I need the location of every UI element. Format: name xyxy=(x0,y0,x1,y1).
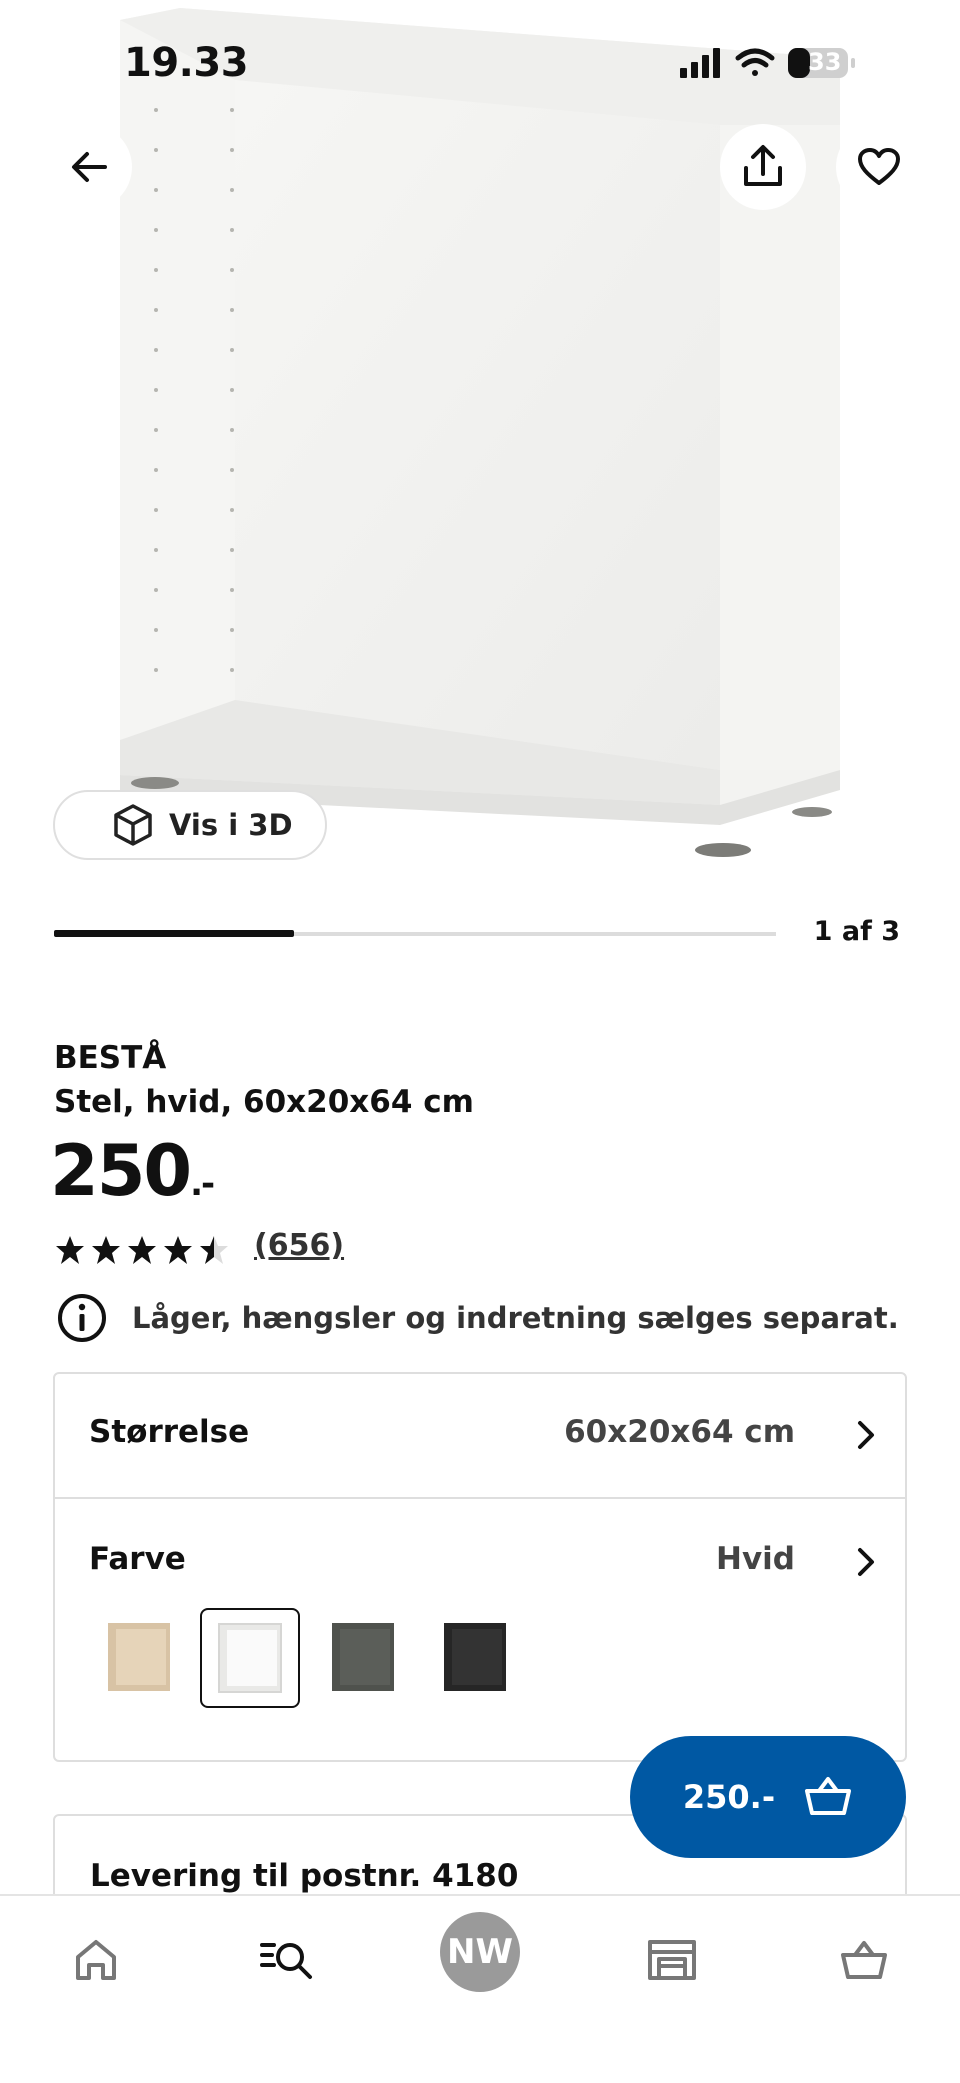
swatch-dark-grey-image xyxy=(332,1623,394,1691)
view-in-3d-button[interactable]: Vis i 3D xyxy=(53,790,327,860)
swatch-white-image xyxy=(218,1623,282,1693)
info-icon xyxy=(58,1294,106,1342)
size-label: Størrelse xyxy=(89,1414,250,1450)
battery-level: 33 xyxy=(808,48,842,76)
basket-icon xyxy=(841,1941,887,1979)
product-price: 250.- xyxy=(50,1130,215,1212)
store-icon xyxy=(648,1940,696,1980)
rating-stars[interactable] xyxy=(54,1232,244,1268)
chevron-right-icon xyxy=(858,1548,874,1576)
arrow-left-icon xyxy=(72,152,107,182)
signal-icon xyxy=(680,48,720,78)
product-description: Stel, hvid, 60x20x64 cm xyxy=(54,1084,474,1120)
share-button[interactable] xyxy=(720,124,806,210)
delivery-label: Levering til postnr. 4180 xyxy=(90,1858,519,1894)
add-to-basket-button[interactable]: 250.- xyxy=(630,1736,906,1858)
product-notice: Låger, hængsler og indretning sælges sep… xyxy=(56,1292,899,1344)
rating-count-link[interactable]: (656) xyxy=(254,1228,344,1263)
swatch-black-brown[interactable] xyxy=(438,1620,512,1694)
size-option-row[interactable]: Størrelse 60x20x64 cm xyxy=(55,1374,905,1496)
carousel-counter: 1 af 3 xyxy=(813,916,900,947)
swatch-oak[interactable] xyxy=(102,1620,176,1694)
price-suffix: .- xyxy=(190,1164,215,1204)
heart-icon xyxy=(858,148,900,185)
shelf-frame-illustration xyxy=(120,8,840,857)
view-in-3d-label: Vis i 3D xyxy=(169,808,293,842)
home-icon xyxy=(76,1940,116,1980)
star-rating-icon xyxy=(56,1236,228,1264)
swatch-oak-image xyxy=(108,1623,170,1691)
status-icons: 33 xyxy=(680,44,880,84)
notice-text: Låger, hængsler og indretning sælges sep… xyxy=(132,1301,899,1335)
product-image[interactable] xyxy=(0,0,960,880)
nav-basket[interactable] xyxy=(824,1920,904,2000)
swatch-black-image xyxy=(444,1623,506,1691)
back-button[interactable] xyxy=(46,124,132,210)
color-option-row[interactable]: Farve Hvid xyxy=(55,1499,905,1579)
size-value: 60x20x64 cm xyxy=(564,1414,795,1450)
nav-search[interactable] xyxy=(248,1920,328,2000)
swatch-white-selected[interactable] xyxy=(200,1608,300,1708)
search-icon xyxy=(260,1943,312,1979)
basket-icon xyxy=(805,1777,852,1815)
chevron-right-icon xyxy=(858,1421,874,1449)
cube-icon xyxy=(114,804,152,846)
carousel-progress-fill xyxy=(54,930,294,937)
nav-home[interactable] xyxy=(56,1920,136,2000)
buy-button-price: 250.- xyxy=(682,1778,776,1816)
price-value: 250 xyxy=(50,1130,192,1212)
swatch-dark-grey[interactable] xyxy=(326,1620,400,1694)
nav-store[interactable] xyxy=(632,1920,712,2000)
color-value: Hvid xyxy=(716,1541,795,1577)
favourite-button[interactable] xyxy=(836,124,922,210)
status-time: 19.33 xyxy=(124,40,249,86)
product-brand: BESTÅ xyxy=(54,1040,167,1076)
share-icon xyxy=(744,145,782,186)
nav-profile-avatar[interactable]: NW xyxy=(440,1912,520,1992)
wifi-icon xyxy=(735,48,775,76)
color-label: Farve xyxy=(89,1541,186,1577)
